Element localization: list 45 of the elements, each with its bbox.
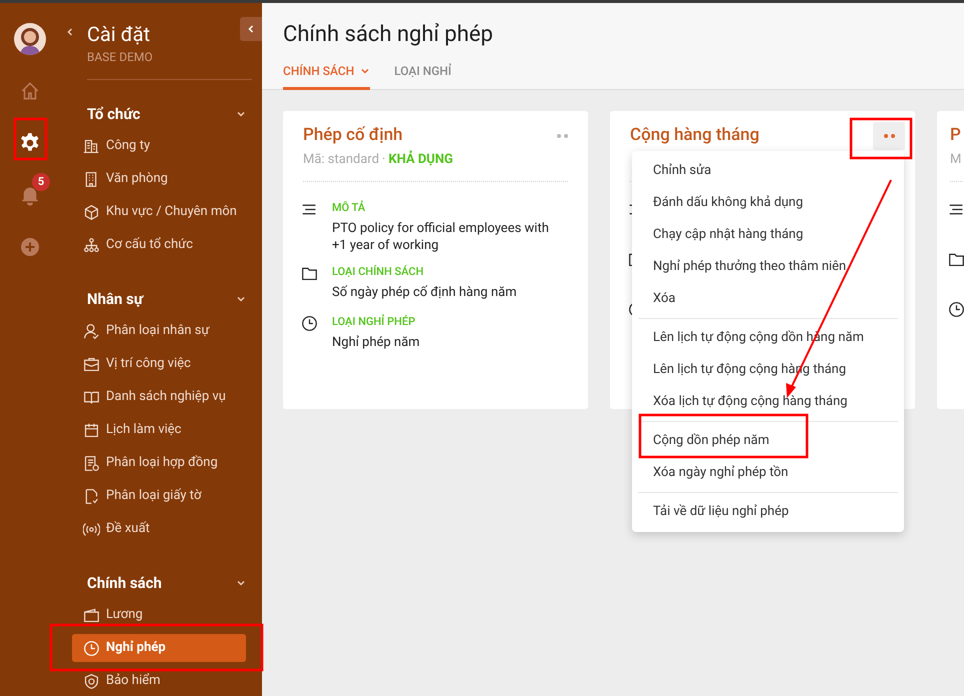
menu-item[interactable]: Xóa lịch tự động cộng hàng tháng <box>638 386 898 418</box>
menu-item[interactable]: Chạy cập nhật hàng tháng <box>638 219 898 251</box>
card-title: Phép cố định <box>303 124 403 148</box>
menu-item[interactable]: Đánh dấu không khả dụng <box>638 187 898 219</box>
page-title: Chính sách nghỉ phép <box>283 21 494 49</box>
field-value: Nghỉ phép năm <box>332 334 421 351</box>
menu-item[interactable]: Chỉnh sửa <box>638 155 898 187</box>
sidebar-item[interactable]: Nghỉ phép <box>72 634 246 662</box>
tab[interactable]: LOẠI NGHỈ <box>394 59 452 90</box>
section-header[interactable]: Nhân sự <box>72 288 246 310</box>
field-value: Số ngày phép cố định hàng năm <box>332 284 518 301</box>
sidebar-item[interactable]: Văn phòng <box>72 165 246 193</box>
sidebar-item[interactable]: Công ty <box>72 132 246 160</box>
policy-code: Mã: standard <box>303 151 380 170</box>
menu-item[interactable]: Nghỉ phép thưởng theo thâm niên <box>638 251 898 283</box>
sidebar-item[interactable]: Khu vực / Chuyên môn <box>72 198 246 226</box>
notification-badge: 5 <box>32 173 50 191</box>
sidebar-item[interactable]: Phân loại hợp đồng <box>72 449 246 477</box>
field-label: LOẠI NGHỈ PHÉP <box>332 314 416 330</box>
sidebar-item[interactable]: Phân loại giấy tờ <box>72 482 246 510</box>
card-title: Cộng hàng tháng <box>630 124 760 148</box>
policy-code: M <box>950 151 962 170</box>
sidebar-item[interactable]: Danh sách nghiệp vụ <box>72 383 246 411</box>
sidebar-item[interactable]: Phân loại nhân sự <box>72 317 246 345</box>
menu-item[interactable]: Cộng dồn phép năm <box>638 425 898 457</box>
field-label: LOẠI CHÍNH SÁCH <box>332 264 425 280</box>
sidebar-item[interactable]: Bảo hiểm <box>72 667 246 695</box>
menu-item[interactable]: Xóa ngày nghỉ phép tồn <box>638 457 898 489</box>
field-label: MÔ TẢ <box>332 200 366 216</box>
section-header[interactable]: Chính sách <box>72 572 246 594</box>
menu-item[interactable]: Xóa <box>638 283 898 315</box>
card-title: P <box>950 124 961 148</box>
sidebar-item[interactable]: Lương <box>72 601 246 629</box>
sidebar-item[interactable]: Vị trí công việc <box>72 350 246 378</box>
sidebar-item[interactable]: Đề xuất <box>72 515 246 543</box>
section-header[interactable]: Tổ chức <box>72 103 246 125</box>
field-value: PTO policy for official employees with +1 year of working <box>332 220 550 254</box>
sidebar-title: Cài đặt <box>87 21 150 48</box>
sidebar-item[interactable]: Cơ cấu tổ chức <box>72 231 246 259</box>
menu-item[interactable]: Tải về dữ liệu nghỉ phép <box>638 496 898 528</box>
tab[interactable]: CHÍNH SÁCH <box>283 59 370 90</box>
sidebar-item[interactable]: Lịch làm việc <box>72 416 246 444</box>
status-label: KHẢ DỤNG <box>388 150 454 170</box>
separator-dot: · <box>382 151 386 170</box>
sidebar-subtitle: BASE DEMO <box>87 50 154 64</box>
